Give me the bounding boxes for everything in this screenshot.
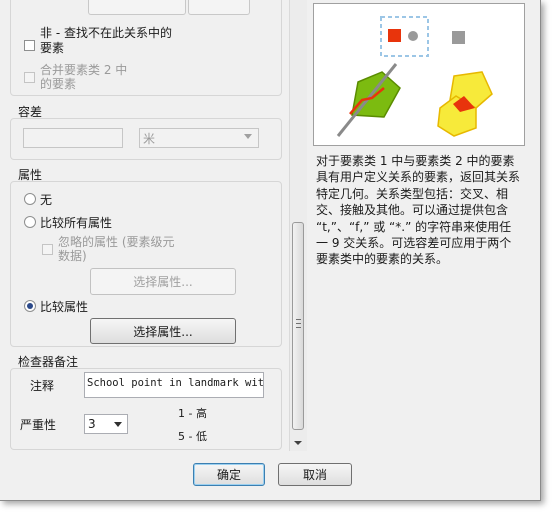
note-input-value: School point in landmark with <box>87 377 264 389</box>
compare-attributes-label: 比较属性 <box>40 300 89 314</box>
red-square-icon <box>388 29 401 42</box>
severity-select[interactable]: 3 <box>84 414 128 434</box>
severity-hint-high: 1 - 高 <box>178 407 207 420</box>
gray-circle-icon <box>408 31 418 41</box>
note-input[interactable]: School point in landmark with <box>84 372 264 398</box>
tolerance-unit-select[interactable]: 米 <box>139 128 259 148</box>
select-attributes-button[interactable]: 选择属性... <box>90 318 236 344</box>
severity-label: 严重性 <box>20 418 57 432</box>
vertical-scrollbar[interactable] <box>289 0 307 451</box>
attributes-none-radio[interactable] <box>24 193 36 205</box>
compare-all-attributes-label: 比较所有属性 <box>40 216 113 230</box>
cancel-button[interactable]: 取消 <box>278 463 352 486</box>
tolerance-unit-value: 米 <box>143 132 156 146</box>
merge-features-label: 合并要素类 2 中的要素 <box>40 63 128 91</box>
ok-button[interactable]: 确定 <box>193 463 265 486</box>
description-text: 对于要素类 1 中与要素类 2 中的要素具有用户定义关系的要素，返回其关系特定几… <box>316 154 521 267</box>
scroll-down-arrow-icon[interactable] <box>294 441 302 445</box>
chevron-down-icon <box>114 422 122 427</box>
severity-hint-low: 5 - 低 <box>178 430 207 443</box>
ignored-attributes-label: 忽略的属性 (要素级元数据) <box>58 235 175 263</box>
not-in-relation-label: 非 - 查找不在此关系中的要素 <box>40 26 172 55</box>
attributes-none-label: 无 <box>40 193 53 207</box>
relation-diagram-graphic <box>336 16 493 137</box>
relation-diagram <box>313 3 525 146</box>
gray-square-icon <box>452 31 465 44</box>
dialog-window: 非 - 查找不在此关系中的要素 合并要素类 2 中的要素 容差 米 属性 无 比… <box>0 0 541 501</box>
compare-attributes-radio[interactable] <box>24 300 36 312</box>
severity-select-value: 3 <box>88 417 96 431</box>
compare-all-attributes-radio[interactable] <box>24 216 36 228</box>
merge-features-checkbox[interactable] <box>24 72 35 83</box>
note-label: 注释 <box>30 379 55 393</box>
tolerance-value-input[interactable] <box>23 128 123 148</box>
not-in-relation-checkbox[interactable] <box>24 40 35 51</box>
select-attributes-button-disabled[interactable]: 选择属性... <box>90 268 236 295</box>
chevron-down-icon <box>244 134 252 139</box>
ignored-attributes-checkbox[interactable] <box>42 244 53 255</box>
scrollbar-grip-icon <box>296 319 301 328</box>
scrollbar-thumb[interactable] <box>292 222 304 430</box>
top-button-remnant-2 <box>188 0 250 15</box>
top-button-remnant-1 <box>88 0 186 15</box>
